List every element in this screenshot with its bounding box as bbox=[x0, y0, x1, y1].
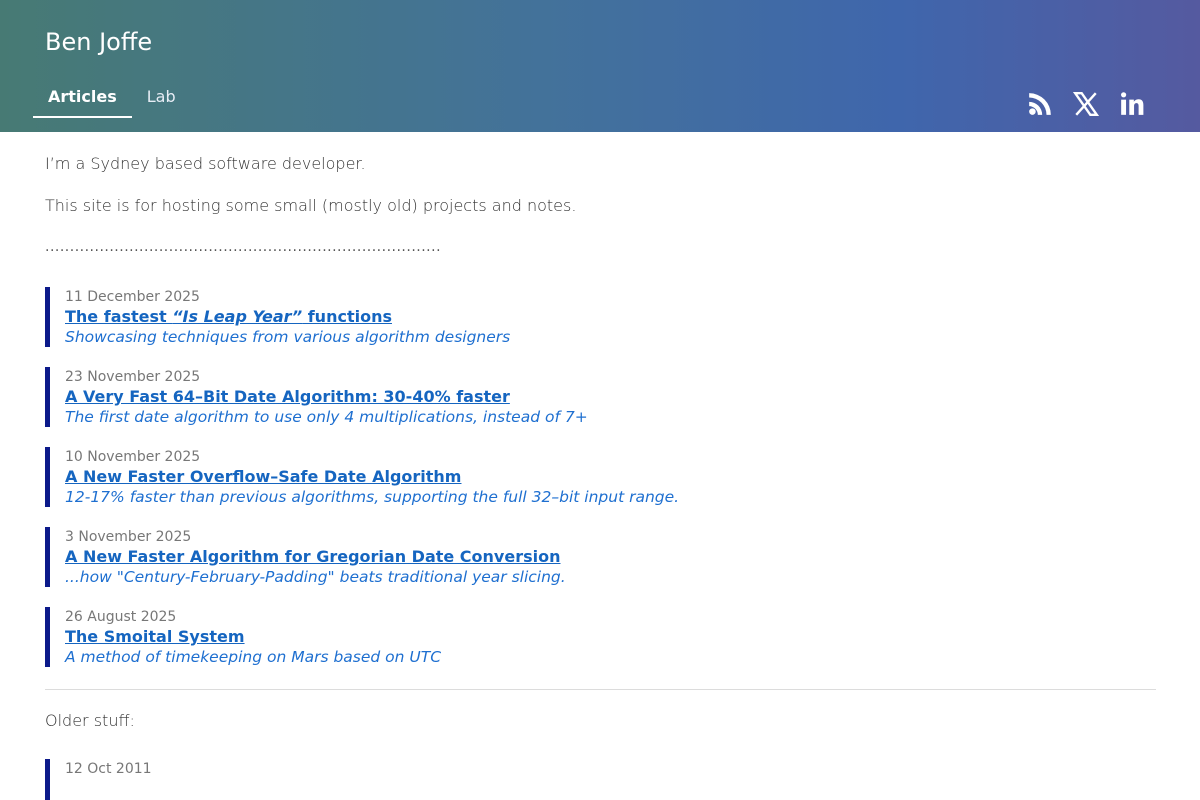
article-subtitle: Showcasing techniques from various algor… bbox=[65, 328, 511, 346]
article-date: 11 December 2025 bbox=[65, 289, 200, 305]
older-stuff-label: Older stuff: bbox=[45, 711, 135, 730]
article-title-link[interactable]: The Smoital System bbox=[65, 627, 1156, 647]
article-date: 12 Oct 2011 bbox=[65, 761, 152, 777]
tab-lab[interactable]: Lab bbox=[132, 84, 191, 118]
main-nav: Articles Lab bbox=[33, 84, 191, 118]
article-title-link[interactable]: The fastest “Is Leap Year” functions bbox=[65, 307, 1156, 327]
tab-articles[interactable]: Articles bbox=[33, 84, 132, 118]
article-title-link[interactable]: A New Faster Algorithm for Gregorian Dat… bbox=[65, 547, 1156, 567]
article-title-link[interactable]: A New Faster Overflow–Safe Date Algorith… bbox=[65, 467, 1156, 487]
older-article-list: 12 Oct 2011 bbox=[45, 759, 1156, 800]
site-header: Ben Joffe Articles Lab bbox=[0, 0, 1200, 132]
intro-text-2: This site is for hosting some small (mos… bbox=[45, 196, 577, 215]
article-date: 10 November 2025 bbox=[65, 449, 201, 465]
social-links bbox=[1027, 91, 1145, 117]
article-subtitle: 12-17% faster than previous algorithms, … bbox=[65, 488, 680, 506]
article-subtitle: ...how "Century-February-Padding" beats … bbox=[65, 568, 566, 586]
linkedin-icon[interactable] bbox=[1119, 91, 1145, 117]
intro-text: I’m a Sydney based software developer. bbox=[45, 154, 366, 173]
article-list: 11 December 2025 The fastest “Is Leap Ye… bbox=[45, 287, 1156, 667]
article-date: 23 November 2025 bbox=[65, 369, 201, 385]
site-title[interactable]: Ben Joffe bbox=[45, 28, 152, 56]
article-date: 3 November 2025 bbox=[65, 529, 192, 545]
article-date: 26 August 2025 bbox=[65, 609, 177, 625]
article-item: 3 November 2025 A New Faster Algorithm f… bbox=[45, 527, 1156, 587]
dotted-separator: ........................................… bbox=[45, 239, 442, 255]
main-content: I’m a Sydney based software developer. T… bbox=[0, 153, 1200, 800]
article-subtitle: The first date algorithm to use only 4 m… bbox=[65, 408, 588, 426]
section-divider bbox=[45, 689, 1156, 690]
article-title-link[interactable]: A Very Fast 64–Bit Date Algorithm: 30-40… bbox=[65, 387, 1156, 407]
article-item: 10 November 2025 A New Faster Overflow–S… bbox=[45, 447, 1156, 507]
title-suffix: functions bbox=[302, 307, 392, 326]
x-icon[interactable] bbox=[1073, 91, 1099, 117]
article-item: 11 December 2025 The fastest “Is Leap Ye… bbox=[45, 287, 1156, 347]
rss-icon[interactable] bbox=[1027, 91, 1053, 117]
article-item: 12 Oct 2011 bbox=[45, 759, 1156, 800]
article-item: 26 August 2025 The Smoital System A meth… bbox=[45, 607, 1156, 667]
title-emphasis: “Is Leap Year” bbox=[172, 307, 303, 326]
title-prefix: The fastest bbox=[65, 307, 173, 326]
article-subtitle: A method of timekeeping on Mars based on… bbox=[65, 648, 442, 666]
article-item: 23 November 2025 A Very Fast 64–Bit Date… bbox=[45, 367, 1156, 427]
